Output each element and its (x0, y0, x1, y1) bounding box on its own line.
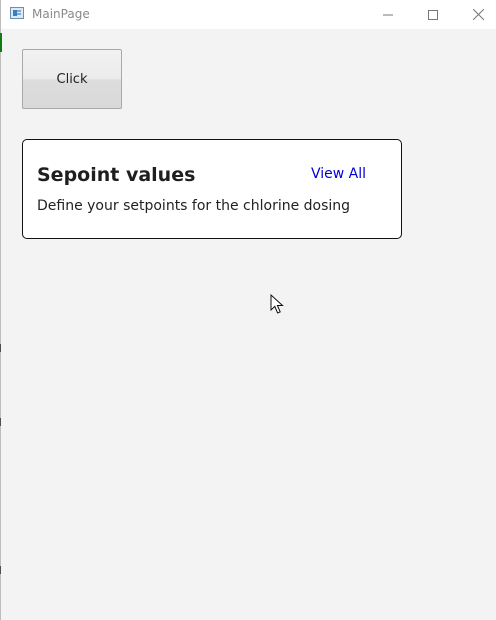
window-edge-mark (0, 418, 1, 426)
minimize-icon (383, 10, 393, 20)
maximize-icon (428, 9, 438, 20)
mouse-pointer-icon (270, 293, 284, 314)
click-button-label: Click (56, 71, 88, 87)
window-edge-accent (0, 33, 2, 52)
close-icon (472, 9, 484, 20)
card-title: Sepoint values (37, 164, 196, 186)
window-title: MainPage (32, 7, 90, 21)
minimize-button[interactable] (365, 0, 411, 29)
app-window-icon (10, 7, 24, 19)
setpoint-card: Sepoint values View All Define your setp… (22, 139, 402, 239)
view-all-link[interactable]: View All (311, 165, 366, 183)
card-description: Define your setpoints for the chlorine d… (37, 198, 351, 214)
main-window: MainPage Click Sepoint values View All D… (0, 0, 496, 620)
window-edge-mark (0, 566, 1, 574)
maximize-button[interactable] (410, 0, 456, 29)
close-button[interactable] (455, 0, 496, 29)
title-bar[interactable]: MainPage (1, 0, 496, 29)
window-edge-mark (0, 344, 1, 352)
click-button[interactable]: Click (22, 49, 122, 109)
